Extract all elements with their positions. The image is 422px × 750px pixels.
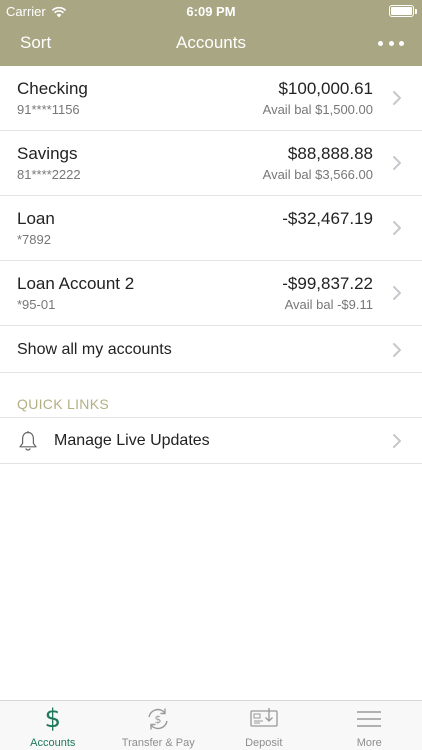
dollar-icon: $ [44,704,62,734]
show-all-accounts-row[interactable]: Show all my accounts [0,326,422,373]
page-title: Accounts [176,33,246,52]
account-number: 91****1156 [17,102,80,117]
show-all-label: Show all my accounts [17,341,172,358]
more-options-button[interactable] [378,32,404,54]
chevron-right-icon [393,286,401,300]
account-number: 81****2222 [17,167,81,182]
dot-icon [399,40,404,46]
dot-icon [378,40,383,46]
battery-icon [389,5,417,17]
bell-icon [19,431,37,451]
account-number: *95-01 [17,297,56,312]
deposit-check-icon [249,705,279,733]
menu-icon [354,705,384,733]
tab-label: Deposit [245,737,283,749]
quick-link-label: Manage Live Updates [54,432,210,449]
tab-more[interactable]: More [317,701,422,750]
transfer-icon: $ [143,705,173,733]
account-balance: -$99,837.22 [282,274,373,293]
quick-links-header: QUICK LINKS [0,373,422,418]
tab-label: Transfer & Pay [121,737,195,749]
tab-label: Accounts [30,737,76,749]
svg-text:$: $ [155,713,162,726]
tab-bar: $ Accounts $ Transfer & Pay Deposit More [0,700,422,750]
account-name: Checking [17,79,88,98]
dot-icon [388,40,394,46]
chevron-right-icon [393,434,401,448]
chevron-right-icon [393,221,401,235]
chevron-right-icon [393,91,401,105]
account-balance: -$32,467.19 [282,209,373,228]
account-balance: $88,888.88 [287,144,373,163]
manage-live-updates-row[interactable]: Manage Live Updates [0,418,422,464]
accounts-list: Checking 91****1156 $100,000.61 Avail ba… [0,66,422,464]
account-name: Loan Account 2 [17,274,135,293]
account-row-loan-account-2[interactable]: Loan Account 2 *95-01 -$99,837.22 Avail … [0,261,422,326]
account-name: Savings [17,144,78,163]
tab-accounts[interactable]: $ Accounts [0,701,106,750]
navigation-bar: Sort Accounts [0,22,422,66]
available-balance: Avail bal $1,500.00 [262,102,373,117]
account-row-checking[interactable]: Checking 91****1156 $100,000.61 Avail ba… [0,66,422,131]
clock: 6:09 PM [186,4,236,19]
account-balance: $100,000.61 [278,79,373,98]
tab-label: More [356,737,382,749]
chevron-right-icon [393,343,401,357]
account-number: *7892 [17,232,51,247]
status-bar: Carrier 6:09 PM [0,0,422,22]
available-balance: Avail bal $3,566.00 [262,167,373,182]
account-row-savings[interactable]: Savings 81****2222 $88,888.88 Avail bal … [0,131,422,196]
tab-deposit[interactable]: Deposit [211,701,317,750]
account-row-loan[interactable]: Loan *7892 -$32,467.19 [0,196,422,261]
account-name: Loan [17,209,55,228]
section-title: QUICK LINKS [17,396,109,412]
available-balance: Avail bal -$9.11 [284,297,373,312]
tab-transfer-pay[interactable]: $ Transfer & Pay [106,701,212,750]
chevron-right-icon [393,156,401,170]
